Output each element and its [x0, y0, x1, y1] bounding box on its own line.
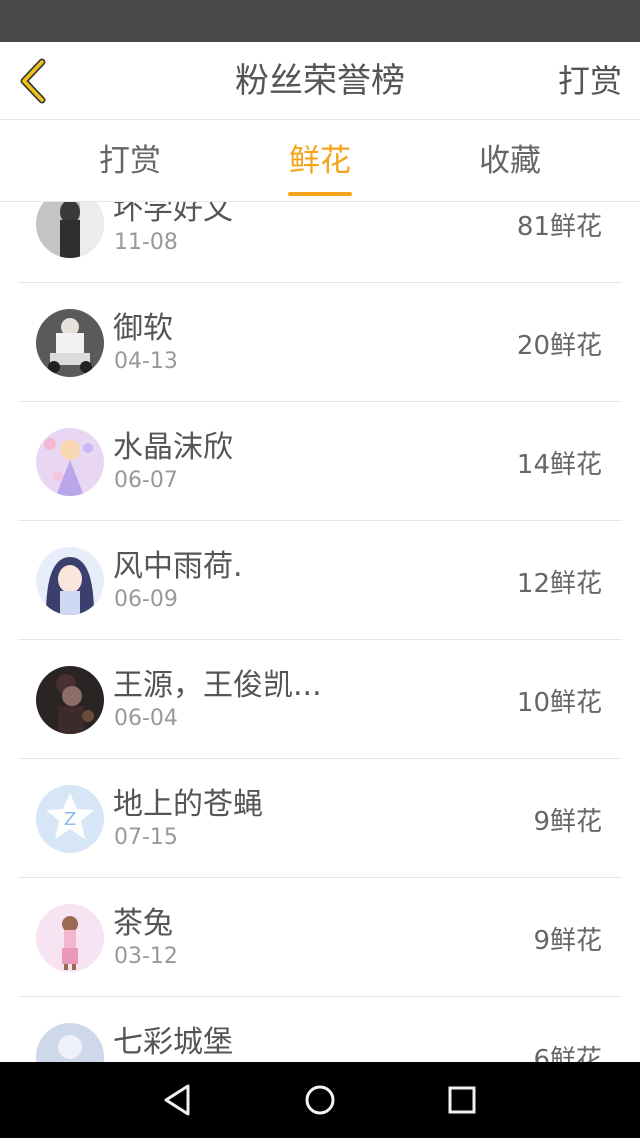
fan-date: 06-04	[114, 706, 178, 731]
nav-recents-button[interactable]	[442, 1080, 482, 1120]
nav-back-button[interactable]	[158, 1080, 198, 1120]
avatar: Z	[36, 785, 104, 853]
list-item[interactable]: 茶兔 03-12 9鲜花	[18, 878, 622, 997]
page-title: 粉丝荣誉榜	[235, 61, 405, 101]
flower-count: 14鲜花	[516, 450, 602, 480]
app-header: 粉丝荣誉榜 打赏	[0, 42, 640, 120]
tab-bar: 打赏 鲜花 收藏	[0, 120, 640, 202]
avatar	[36, 547, 104, 615]
fan-name: 地上的苍蝇	[113, 787, 263, 822]
chevron-left-icon	[20, 58, 46, 104]
tab-flowers-label: 鲜花	[289, 143, 351, 179]
avatar	[36, 428, 104, 496]
fan-name: 水晶沫欣	[113, 430, 233, 465]
flower-count: 20鲜花	[516, 331, 602, 361]
fan-date: 07-15	[114, 825, 178, 850]
list-item[interactable]: 王源，王俊凯... 06-04 10鲜花	[18, 640, 622, 759]
status-bar	[0, 0, 640, 42]
fan-name: 坏学好文	[113, 202, 233, 227]
list-item[interactable]: 坏学好文 11-08 81鲜花	[18, 202, 622, 283]
avatar	[36, 202, 104, 258]
tab-flowers[interactable]: 鲜花	[240, 120, 400, 202]
flower-count: 81鲜花	[516, 212, 602, 242]
tab-favorites[interactable]: 收藏	[430, 120, 590, 202]
fan-date: 03-12	[114, 944, 178, 969]
flower-count: 10鲜花	[516, 688, 602, 718]
nav-home-button[interactable]	[300, 1080, 340, 1120]
fan-date: 06-09	[114, 587, 178, 612]
list-item[interactable]: 御软 04-13 20鲜花	[18, 283, 622, 402]
fan-name: 茶兔	[113, 906, 173, 941]
fan-date: 04-13	[114, 349, 178, 374]
square-recents-icon	[448, 1086, 476, 1114]
active-tab-indicator	[288, 192, 352, 196]
system-nav-bar	[0, 1062, 640, 1138]
avatar	[36, 904, 104, 972]
reward-button[interactable]: 打赏	[558, 42, 622, 120]
flower-count: 12鲜花	[516, 569, 602, 599]
fan-date: 11-08	[114, 230, 178, 255]
fan-name: 御软	[113, 311, 173, 346]
list-item[interactable]: 风中雨荷. 06-09 12鲜花	[18, 521, 622, 640]
fan-name: 风中雨荷.	[113, 549, 243, 584]
fan-name: 七彩城堡	[113, 1025, 233, 1060]
tab-reward[interactable]: 打赏	[50, 120, 210, 202]
avatar	[36, 666, 104, 734]
flower-count: 9鲜花	[533, 807, 602, 837]
list-item[interactable]: Z 地上的苍蝇 07-15 9鲜花	[18, 759, 622, 878]
fan-name: 王源，王俊凯...	[113, 668, 322, 703]
svg-text:Z: Z	[64, 809, 76, 830]
flower-count: 6鲜花	[533, 1045, 602, 1062]
list-item[interactable]: 七彩城堡 6鲜花	[18, 997, 622, 1062]
flower-count: 9鲜花	[533, 926, 602, 956]
fan-date: 06-07	[114, 468, 178, 493]
avatar	[36, 1023, 104, 1062]
avatar	[36, 309, 104, 377]
circle-home-icon	[305, 1085, 335, 1115]
back-button[interactable]	[12, 56, 60, 106]
list-item[interactable]: 水晶沫欣 06-07 14鲜花	[18, 402, 622, 521]
triangle-back-icon	[164, 1084, 190, 1116]
fan-list[interactable]: 坏学好文 11-08 81鲜花 御软 04-13 20鲜花 水晶沫欣 06-07…	[0, 202, 640, 1062]
